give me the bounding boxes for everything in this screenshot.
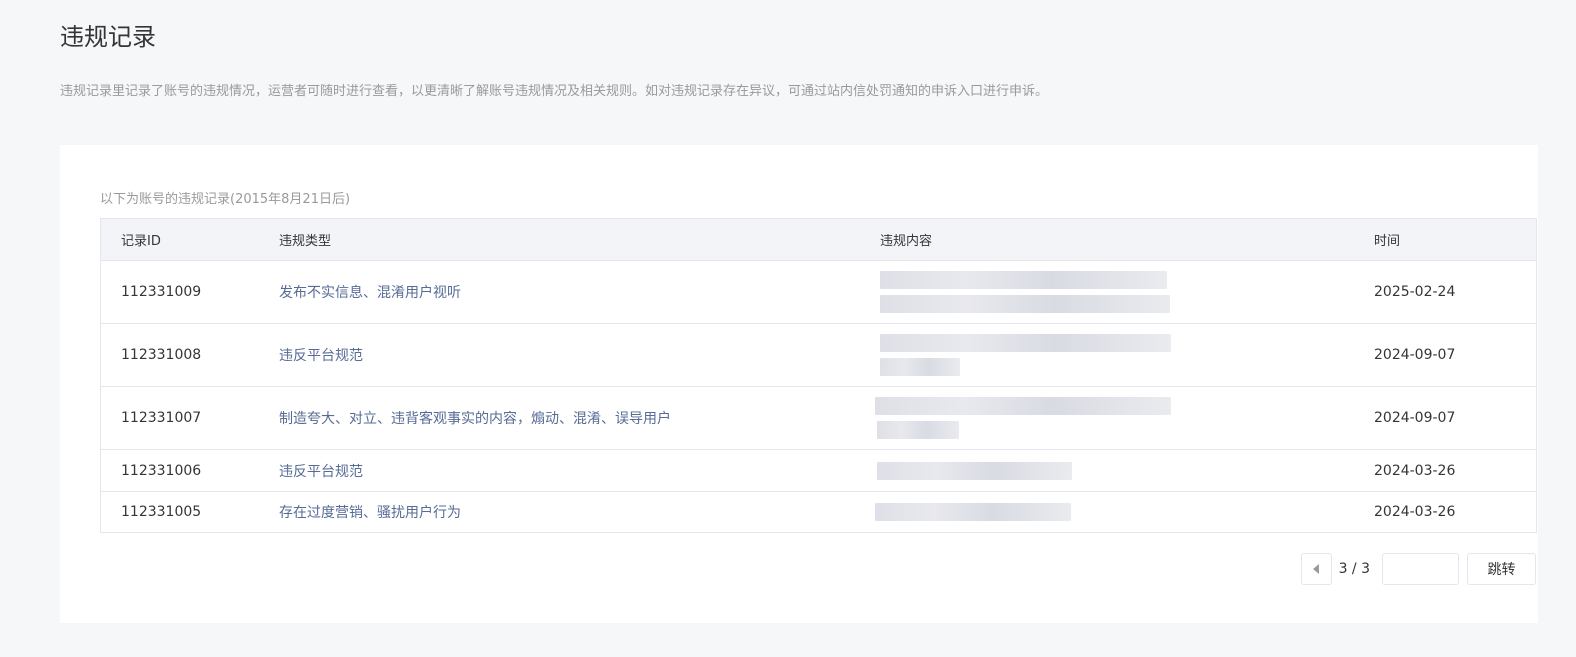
- table-row: 112331009 发布不实信息、混淆用户视听 2025-02-24: [101, 260, 1536, 323]
- col-type: 违规类型: [279, 234, 332, 249]
- record-date: 2024-09-07: [1374, 410, 1456, 426]
- page-description: 违规记录里记录了账号的违规情况，运营者可随时进行查看，以更清晰了解账号违规情况及…: [60, 84, 1049, 99]
- violation-table: 记录ID 违规类型 违规内容 时间 112331009 发布不实信息、混淆用户视…: [100, 218, 1537, 533]
- record-id: 112331005: [121, 504, 202, 520]
- record-id: 112331008: [121, 347, 202, 363]
- col-time: 时间: [1374, 234, 1401, 249]
- violation-type[interactable]: 发布不实信息、混淆用户视听: [279, 282, 880, 302]
- pagination: 3 / 3 跳转: [1300, 553, 1536, 585]
- prev-page-button[interactable]: [1300, 553, 1332, 585]
- violation-type[interactable]: 存在过度营销、骚扰用户行为: [279, 502, 880, 522]
- table-header: 记录ID 违规类型 违规内容 时间: [101, 219, 1536, 260]
- table-row: 112331008 违反平台规范 2024-09-07: [101, 323, 1536, 386]
- record-date: 2024-03-26: [1374, 462, 1456, 479]
- record-id: 112331007: [121, 410, 202, 426]
- table-row: 112331006 违反平台规范 2024-03-26: [101, 449, 1536, 491]
- blurred-content: [877, 461, 1374, 480]
- jump-page-input[interactable]: [1382, 553, 1459, 585]
- blurred-content: [880, 334, 1374, 376]
- blurred-content: [880, 271, 1374, 313]
- table-row: 112331005 存在过度营销、骚扰用户行为 2024-03-26: [101, 491, 1536, 532]
- record-date: 2025-02-24: [1374, 284, 1456, 300]
- table-row: 112331007 制造夸大、对立、违背客观事实的内容，煽动、混淆、误导用户 2…: [101, 386, 1536, 449]
- col-content: 违规内容: [880, 234, 933, 249]
- violation-type[interactable]: 违反平台规范: [279, 345, 880, 365]
- blurred-content: [875, 503, 1374, 521]
- violation-type[interactable]: 违反平台规范: [279, 461, 880, 481]
- caret-left-icon: [1313, 564, 1320, 574]
- record-date: 2024-09-07: [1374, 347, 1456, 363]
- record-id: 112331009: [121, 284, 202, 300]
- blurred-content: [875, 397, 1374, 439]
- violation-type[interactable]: 制造夸大、对立、违背客观事实的内容，煽动、混淆、误导用户: [279, 408, 880, 428]
- col-id: 记录ID: [121, 234, 161, 249]
- record-date: 2024-03-26: [1374, 504, 1456, 520]
- table-caption: 以下为账号的违规记录(2015年8月21日后): [100, 192, 351, 207]
- jump-button[interactable]: 跳转: [1467, 553, 1536, 585]
- record-id: 112331006: [121, 462, 202, 479]
- page-title: 违规记录: [60, 23, 156, 51]
- page-indicator: 3 / 3: [1338, 561, 1370, 577]
- records-card: 以下为账号的违规记录(2015年8月21日后) 记录ID 违规类型 违规内容 时…: [60, 145, 1538, 623]
